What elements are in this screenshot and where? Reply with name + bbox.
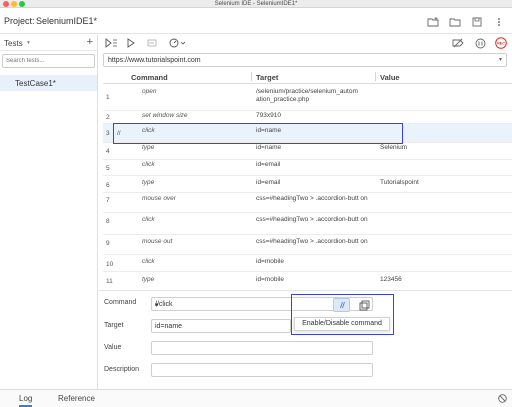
value-input[interactable] xyxy=(151,341,373,355)
row-target: id=mobile xyxy=(256,276,285,283)
column-header-value: Value xyxy=(380,73,400,82)
table-row[interactable]: 1 open /selenium/practice/selenium_autom… xyxy=(103,85,512,111)
tests-header: Tests ▼ + xyxy=(0,35,97,51)
target-input-value: id=name xyxy=(155,323,183,330)
row-number: 8 xyxy=(106,218,110,225)
tests-dropdown[interactable]: Tests xyxy=(4,39,23,48)
table-row[interactable]: 10 click id=mobile xyxy=(103,255,512,272)
test-case-label: TestCase1* xyxy=(15,79,56,88)
row-number: 1 xyxy=(106,94,110,101)
row-number: 10 xyxy=(106,261,114,268)
run-current-test-icon[interactable] xyxy=(127,37,135,49)
chevron-down-icon[interactable]: ▼ xyxy=(26,40,31,46)
window-title: Selenium IDE - SeleniumIDE1* xyxy=(214,1,298,7)
row-command: type xyxy=(142,179,155,186)
row-number: 11 xyxy=(106,278,113,285)
row-number: 6 xyxy=(106,182,110,189)
row-target: css=#headingTwo > .accordion-butt on xyxy=(256,238,368,245)
table-row[interactable]: 7 mouse over css=#headingTwo > .accordio… xyxy=(103,193,512,213)
row-target: css=#headingTwo > .accordion-butt on xyxy=(256,216,368,223)
row-command: type xyxy=(142,276,155,283)
chevron-down-icon[interactable]: ▾ xyxy=(155,301,159,309)
row-value: 123456 xyxy=(380,276,402,283)
enable-disable-tooltip: Enable/Disable command xyxy=(294,317,390,331)
more-options-icon[interactable] xyxy=(492,15,506,28)
row-target: css=#headingTwo > .accordion-butt on xyxy=(256,195,368,202)
row-target: id=email xyxy=(256,161,281,168)
row-command: mouse out xyxy=(142,238,173,245)
chevron-down-icon[interactable]: ▾ xyxy=(499,56,502,63)
row-command: mouse over xyxy=(142,195,176,202)
row-command: set window size xyxy=(142,112,188,119)
search-tests-input[interactable] xyxy=(2,54,95,68)
row-command: click xyxy=(142,216,155,223)
project-name[interactable]: SeleniumIDE1* xyxy=(36,16,97,26)
row-highlight-outline xyxy=(113,123,403,144)
table-row[interactable]: 11 type id=mobile 123456 xyxy=(103,272,512,286)
table-row[interactable]: 5 click id=email xyxy=(103,160,512,176)
row-command: click xyxy=(142,161,155,168)
description-input[interactable] xyxy=(151,363,373,377)
value-label: Value xyxy=(104,344,122,351)
row-command: type xyxy=(142,144,155,151)
table-row[interactable]: 4 type id=name Selenium xyxy=(103,143,512,160)
row-number: 4 xyxy=(106,148,110,155)
run-all-tests-icon[interactable] xyxy=(105,37,118,49)
command-editor: Command //click ▾ Enable/Disable command… xyxy=(99,290,512,389)
target-input[interactable]: id=name xyxy=(151,319,291,333)
open-project-icon[interactable] xyxy=(448,15,462,28)
row-target: 793x910 xyxy=(256,112,281,119)
row-number: 2 xyxy=(106,114,110,121)
row-target: id=mobile xyxy=(256,258,285,265)
row-value: Selenium xyxy=(380,144,408,151)
column-divider[interactable] xyxy=(375,72,376,81)
add-test-button[interactable]: + xyxy=(87,36,93,48)
row-target: /selenium/practice/selenium_autom ation_… xyxy=(256,88,358,103)
save-project-icon[interactable] xyxy=(470,15,484,28)
commands-table: Command Target Value 1 open /selenium/pr… xyxy=(103,70,512,286)
tests-sidebar: Tests ▼ + TestCase1* xyxy=(0,35,98,389)
tab-reference[interactable]: Reference xyxy=(58,394,95,403)
description-label: Description xyxy=(104,366,140,373)
row-target: id=email xyxy=(256,179,281,186)
disable-breakpoints-icon[interactable] xyxy=(452,37,464,49)
command-label: Command xyxy=(104,299,137,306)
row-number: 7 xyxy=(106,197,110,204)
row-number: 5 xyxy=(106,165,110,172)
tab-log[interactable]: Log xyxy=(19,394,33,407)
step-over-icon[interactable] xyxy=(147,37,158,49)
record-icon[interactable]: REC xyxy=(495,37,507,49)
svg-text:REC: REC xyxy=(497,42,505,46)
table-row[interactable]: 8 click css=#headingTwo > .accordion-but… xyxy=(103,213,512,235)
open-external-icon xyxy=(359,300,369,310)
window-titlebar: Selenium IDE - SeleniumIDE1* xyxy=(0,0,512,8)
column-divider[interactable] xyxy=(251,72,252,81)
row-command: open xyxy=(142,88,157,95)
comment-slash-icon xyxy=(340,301,345,309)
row-value: Tutorialspoint xyxy=(380,179,419,186)
new-project-icon[interactable] xyxy=(426,15,440,28)
base-url-select[interactable]: https://www.tutorialspoint.com ▾ xyxy=(103,53,507,67)
column-header-target: Target xyxy=(256,73,279,82)
clear-log-icon[interactable] xyxy=(498,394,507,405)
base-url-value: https://www.tutorialspoint.com xyxy=(108,57,201,64)
table-row[interactable]: 9 mouse out css=#headingTwo > .accordion… xyxy=(103,235,512,255)
column-header-command: Command xyxy=(131,73,168,82)
row-number: 9 xyxy=(106,240,110,247)
row-command: click xyxy=(142,258,155,265)
target-label: Target xyxy=(104,322,124,329)
pause-on-exceptions-icon[interactable] xyxy=(475,37,486,49)
row-target: id=name xyxy=(256,144,282,151)
project-bar: Project: SeleniumIDE1* xyxy=(0,9,512,34)
enable-disable-command-button[interactable] xyxy=(333,298,350,312)
table-header: Command Target Value xyxy=(103,70,512,84)
main-toolbar: REC xyxy=(99,35,512,51)
table-row[interactable]: 6 type id=email Tutorialspoint xyxy=(103,176,512,193)
speed-icon[interactable] xyxy=(169,37,185,49)
bottom-panel-tabs: Log Reference xyxy=(0,389,512,407)
test-case-item[interactable]: TestCase1* xyxy=(0,75,97,91)
project-label: Project: xyxy=(4,16,35,26)
row-number: 3 xyxy=(106,130,110,137)
open-in-new-window-button[interactable] xyxy=(357,298,371,312)
